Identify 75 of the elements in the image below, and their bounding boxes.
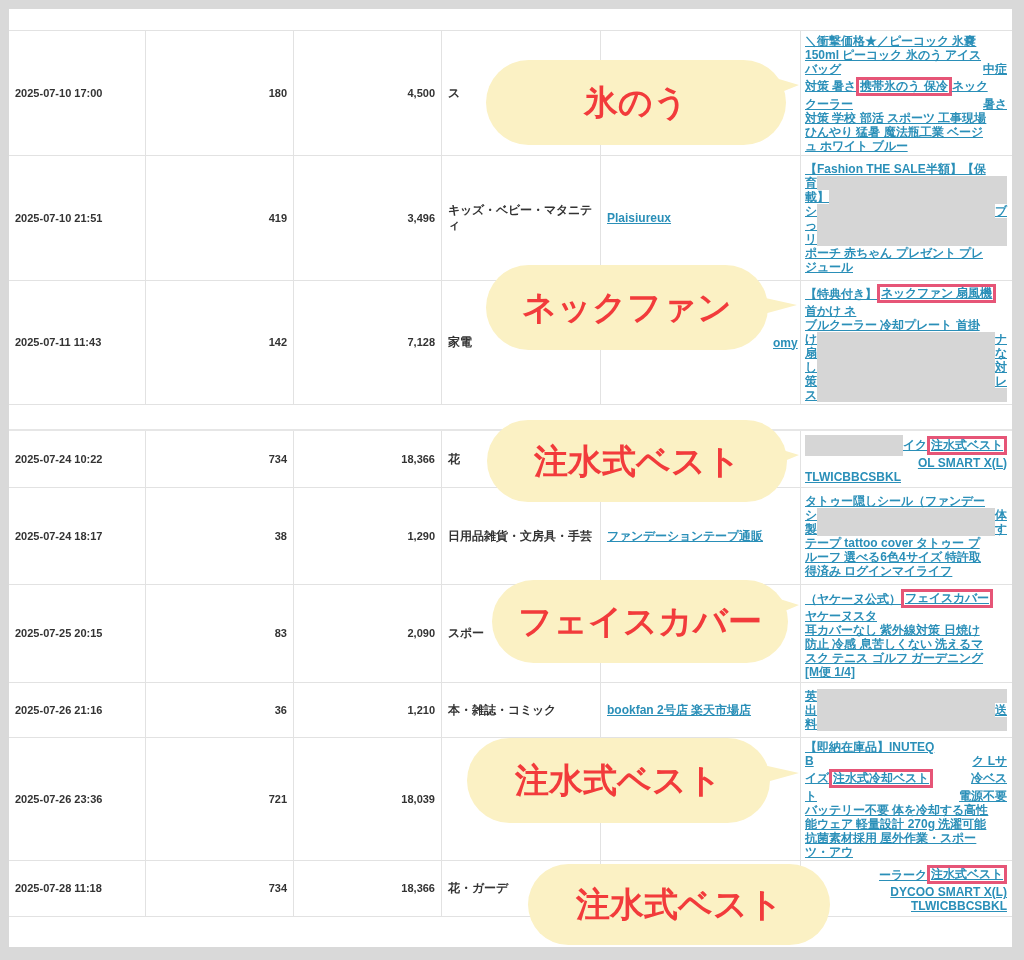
- date-cell-text: 2025-07-11 11:43: [15, 335, 102, 351]
- date-cell-text: 2025-07-28 11:18: [15, 881, 102, 897]
- product-title-fragment[interactable]: ト: [805, 786, 817, 805]
- highlighted-title-fragment[interactable]: ネックファン 扇風機: [877, 284, 997, 303]
- product-title-fragment[interactable]: 対策 暑さ: [805, 77, 857, 95]
- product-title-fragment[interactable]: TLWICBBCSBKL: [805, 467, 901, 486]
- product-title-fragment[interactable]: DYCOO SMART X(L): [890, 883, 1007, 901]
- amount-cell-text: 1,290: [407, 528, 435, 544]
- product-title-fragment[interactable]: 中症: [983, 59, 1007, 78]
- product-title-fragment[interactable]: 得済み ログインマイライフ: [805, 562, 953, 580]
- category-cell: ス: [448, 85, 460, 101]
- product-title-fragment[interactable]: 送: [995, 701, 1007, 719]
- amount-cell-text: 4,500: [407, 85, 435, 101]
- category-cell: 花: [448, 451, 460, 467]
- amount-cell-text: 7,128: [407, 335, 435, 351]
- product-title-fragment[interactable]: 首かけ ネ: [805, 302, 857, 320]
- category-cell-text: キッズ・ベビー・マタニティ: [448, 203, 593, 233]
- date-cell-text: 2025-07-25 20:15: [15, 626, 103, 642]
- product-title-fragment[interactable]: ーラーク: [879, 865, 927, 884]
- callout-bubble: ネックファン: [486, 265, 768, 350]
- amount-cell-text: 18,366: [401, 881, 435, 897]
- shop-link[interactable]: ファンデーションテープ通販: [607, 527, 763, 545]
- amount-cell-text: 3,496: [407, 210, 435, 226]
- category-cell: 家電: [448, 335, 472, 350]
- product-title-fragment[interactable]: 暑さ: [983, 94, 1007, 113]
- count-cell-text: 734: [268, 881, 287, 897]
- callout-bubble: 注水式ベスト: [528, 864, 830, 945]
- highlighted-title-fragment[interactable]: フェイスカバー: [901, 589, 993, 608]
- product-title-fragment[interactable]: 電源不要: [959, 786, 1007, 805]
- count-cell-text: 36: [274, 702, 287, 718]
- product-title-fragment[interactable]: イズ: [805, 769, 829, 787]
- count-cell-text: 142: [268, 335, 287, 351]
- product-title-fragment[interactable]: [M便 1/4]: [805, 663, 855, 681]
- product-title-fragment[interactable]: 【即納在庫品】INUTEQ: [805, 737, 935, 756]
- product-title-fragment[interactable]: OL SMART X(L): [917, 453, 1007, 472]
- date-cell-text: 2025-07-26 21:16: [15, 702, 103, 718]
- category-cell: 花・ガーデ: [448, 881, 508, 896]
- product-title-fragment[interactable]: イク: [903, 436, 927, 454]
- product-title-fragment[interactable]: ネック: [951, 77, 988, 95]
- product-title-fragment[interactable]: （ヤケーヌ公式）: [805, 589, 901, 608]
- count-cell-text: 83: [274, 626, 287, 642]
- callout-bubble: 氷のう: [486, 60, 786, 145]
- count-cell-text: 721: [268, 791, 287, 807]
- date-cell-text: 2025-07-24 10:22: [15, 451, 103, 467]
- date-cell-text: 2025-07-10 21:51: [15, 210, 103, 226]
- category-cell: 本・雑誌・コミック: [448, 702, 556, 718]
- highlighted-title-fragment[interactable]: 携帯氷のう 保冷: [856, 76, 952, 96]
- category-cell: スポー: [448, 626, 484, 641]
- amount-cell-text: 2,090: [407, 626, 435, 642]
- shop-link[interactable]: Plaisiureux: [607, 209, 672, 227]
- highlighted-title-fragment[interactable]: 注水式冷却ベスト: [829, 768, 933, 788]
- count-cell-text: 38: [274, 528, 287, 544]
- count-cell-text: 180: [268, 85, 287, 101]
- shop-link[interactable]: omy: [773, 333, 798, 352]
- date-cell-text: 2025-07-24 18:17: [15, 528, 103, 544]
- date-cell-text: 2025-07-26 23:36: [15, 791, 103, 807]
- highlighted-title-fragment[interactable]: 注水式ベスト: [927, 865, 1007, 884]
- count-cell-text: 419: [268, 210, 287, 226]
- product-title-fragment[interactable]: ク Lサ: [972, 751, 1007, 770]
- count-cell-text: 734: [268, 451, 287, 467]
- shop-link[interactable]: bookfan 2号店 楽天市場店: [607, 701, 751, 719]
- product-title-fragment[interactable]: 【特典付き】: [805, 284, 877, 303]
- product-title-fragment[interactable]: バッグ: [805, 59, 841, 78]
- product-title-fragment[interactable]: 冷ベス: [971, 769, 1007, 787]
- product-title-fragment[interactable]: ブ: [995, 202, 1007, 220]
- callout-bubble: 注水式ベスト: [487, 420, 787, 502]
- callout-bubble: フェイスカバー: [492, 580, 788, 663]
- highlighted-title-fragment[interactable]: 注水式ベスト: [927, 435, 1007, 455]
- amount-cell-text: 18,366: [401, 451, 435, 467]
- date-cell-text: 2025-07-10 17:00: [15, 85, 103, 101]
- amount-cell-text: 18,039: [401, 791, 435, 807]
- amount-cell-text: 1,210: [407, 702, 435, 718]
- category-cell: 日用品雑貨・文房具・手芸: [448, 528, 592, 544]
- callout-bubble: 注水式ベスト: [467, 738, 770, 823]
- product-title-fragment[interactable]: ＼衝撃価格★／ピーコック 氷嚢: [805, 31, 977, 50]
